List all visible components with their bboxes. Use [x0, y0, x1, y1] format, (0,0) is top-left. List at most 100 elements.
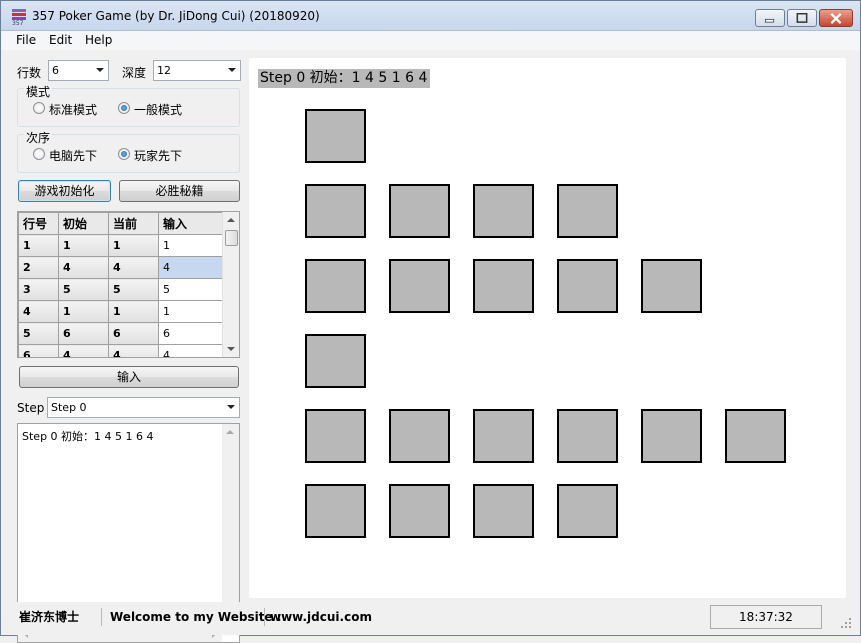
menu-help[interactable]: Help [85, 33, 112, 47]
poker-card[interactable] [389, 484, 450, 538]
grid-table: 行号 初始 当前 输入 1 1 1 1 2 4 4 4 3 5 5 5 4 1 … [18, 212, 224, 357]
table-row[interactable]: 4 1 1 1 [18, 300, 224, 323]
status-separator [264, 608, 265, 626]
grid-cell-input[interactable]: 4 [158, 256, 224, 279]
menu-bar: File Edit Help [1, 31, 860, 50]
close-icon [830, 12, 842, 24]
standard-mode-label[interactable]: 标准模式 [49, 101, 97, 118]
poker-card[interactable] [641, 409, 702, 463]
table-row[interactable]: 6 4 4 4 [18, 344, 224, 357]
poker-card[interactable] [389, 409, 450, 463]
grid-header-row-no: 行号 [18, 212, 59, 235]
status-author: 崔济东博士 [19, 610, 80, 624]
depth-value: 12 [157, 64, 171, 77]
grid-cell-current: 4 [108, 256, 159, 279]
step-select[interactable]: Step 0 [47, 397, 240, 418]
poker-card[interactable] [557, 184, 618, 238]
poker-card[interactable] [641, 259, 702, 313]
menu-edit[interactable]: Edit [49, 33, 72, 47]
app-icon: 357 [12, 9, 26, 26]
poker-card[interactable] [725, 409, 786, 463]
poker-card[interactable] [557, 484, 618, 538]
scroll-up-icon[interactable] [227, 218, 235, 222]
poker-card[interactable] [305, 109, 366, 163]
minimize-icon [764, 18, 775, 23]
status-website-link[interactable]: www.jdcui.com [270, 606, 372, 628]
grid-cell-initial: 1 [58, 234, 109, 257]
poker-card[interactable] [389, 259, 450, 313]
grid-header-row: 行号 初始 当前 输入 [18, 212, 224, 235]
radio-player-first[interactable] [118, 148, 130, 160]
grid-cell-input[interactable]: 1 [158, 234, 224, 257]
scroll-thumb[interactable] [225, 230, 238, 246]
grid-header-initial: 初始 [58, 212, 109, 235]
poker-card[interactable] [305, 409, 366, 463]
grid-cell-current: 6 [108, 322, 159, 345]
grid-cell-initial: 1 [58, 300, 109, 323]
step-value: Step 0 [51, 401, 87, 414]
grid-cell-row-no: 3 [18, 278, 59, 301]
status-bar: 崔济东博士 Welcome to my Website : www.jdcui.… [1, 602, 860, 635]
poker-card[interactable] [473, 184, 534, 238]
scroll-down-icon[interactable] [227, 347, 235, 351]
board-step-title: Step 0 初始：1 4 5 1 6 4 [258, 69, 431, 88]
close-button[interactable] [819, 9, 853, 27]
poker-card[interactable] [473, 259, 534, 313]
grid-cell-initial: 6 [58, 322, 109, 345]
table-row[interactable]: 2 4 4 4 [18, 256, 224, 279]
table-row[interactable]: 5 6 6 6 [18, 322, 224, 345]
radio-general-mode[interactable] [118, 102, 130, 114]
grid-cell-row-no: 5 [18, 322, 59, 345]
status-separator [101, 608, 102, 626]
radio-computer-first[interactable] [33, 148, 45, 160]
poker-card[interactable] [389, 184, 450, 238]
grid-cell-current: 5 [108, 278, 159, 301]
grid-body: 1 1 1 1 2 4 4 4 3 5 5 5 4 1 1 1 5 6 6 6 … [18, 234, 224, 357]
depth-label: 深度 [122, 66, 147, 80]
order-title: 次序 [24, 129, 53, 146]
input-button[interactable]: 输入 [19, 366, 239, 388]
table-row[interactable]: 3 5 5 5 [18, 278, 224, 301]
init-game-button[interactable]: 游戏初始化 [18, 180, 111, 202]
grid-cell-initial: 4 [58, 344, 109, 357]
grid-scrollbar[interactable] [222, 212, 239, 357]
minimize-button[interactable] [755, 9, 785, 27]
log-vertical-scrollbar[interactable] [222, 424, 239, 626]
control-panel: 行数 6 深度 12 模式 标准模式 一般模式 次序 电脑先下 玩家先下 游戏初… [1, 50, 249, 643]
rows-select[interactable]: 6 [48, 60, 109, 81]
poker-card[interactable] [305, 259, 366, 313]
grid-cell-input[interactable]: 6 [158, 322, 224, 345]
grid-cell-row-no: 6 [18, 344, 59, 357]
resize-grip-icon[interactable] [839, 616, 853, 630]
grid-cell-current: 1 [108, 234, 159, 257]
poker-card[interactable] [557, 409, 618, 463]
winning-secret-button[interactable]: 必胜秘籍 [119, 180, 240, 202]
grid-cell-input[interactable]: 1 [158, 300, 224, 323]
menu-file[interactable]: File [16, 33, 36, 47]
poker-card[interactable] [305, 184, 366, 238]
poker-card[interactable] [557, 259, 618, 313]
poker-card[interactable] [473, 409, 534, 463]
step-label: Step [17, 401, 45, 415]
poker-card[interactable] [473, 484, 534, 538]
grid-cell-input[interactable]: 5 [158, 278, 224, 301]
grid-header-input: 输入 [158, 212, 224, 235]
app-window: 357 357 Poker Game (by Dr. JiDong Cui) (… [0, 0, 861, 643]
player-first-label[interactable]: 玩家先下 [134, 147, 182, 164]
poker-card[interactable] [305, 334, 366, 388]
maximize-button[interactable] [787, 9, 817, 27]
radio-standard-mode[interactable] [33, 102, 45, 114]
title-bar[interactable]: 357 357 Poker Game (by Dr. JiDong Cui) (… [1, 1, 860, 31]
table-row[interactable]: 1 1 1 1 [18, 234, 224, 257]
scroll-up-icon[interactable] [226, 430, 234, 434]
depth-select[interactable]: 12 [153, 60, 241, 81]
grid-cell-initial: 5 [58, 278, 109, 301]
poker-card[interactable] [305, 484, 366, 538]
rows-grid: 行号 初始 当前 输入 1 1 1 1 2 4 4 4 3 5 5 5 4 1 … [17, 211, 240, 358]
grid-cell-input[interactable]: 4 [158, 344, 224, 357]
computer-first-label[interactable]: 电脑先下 [49, 147, 97, 164]
log-line: Step 0 初始：1 4 5 1 6 4 [22, 430, 154, 443]
general-mode-label[interactable]: 一般模式 [134, 101, 182, 118]
status-welcome: Welcome to my Website : [110, 610, 282, 624]
window-title: 357 Poker Game (by Dr. JiDong Cui) (2018… [32, 9, 320, 23]
